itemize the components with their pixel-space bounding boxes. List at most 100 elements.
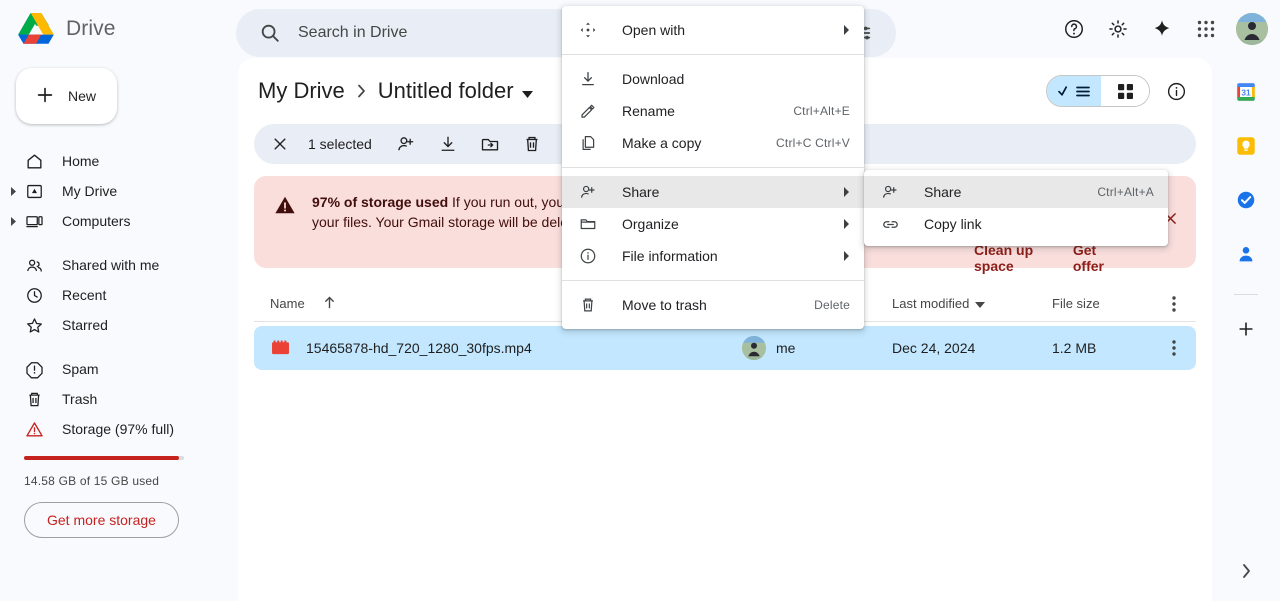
star-icon <box>24 315 44 335</box>
info-icon[interactable] <box>1156 71 1196 111</box>
menu-separator <box>562 54 864 55</box>
sidebar-item-spam[interactable]: Spam <box>0 354 224 384</box>
sidebar-group-3: Spam Trash Storage (97% full) <box>0 354 236 444</box>
sparkle-icon[interactable] <box>1142 9 1182 49</box>
list-view-button[interactable] <box>1047 76 1101 106</box>
menu-separator <box>562 167 864 168</box>
trash-icon[interactable] <box>512 124 552 164</box>
sidebar-item-label: Home <box>62 153 100 169</box>
drive-icon <box>24 181 44 201</box>
drive-logo-icon <box>16 11 56 47</box>
side-apps-rail: 31 <box>1212 58 1280 601</box>
sidebar-item-label: Spam <box>62 361 99 377</box>
tasks-icon[interactable] <box>1226 180 1266 220</box>
contacts-icon[interactable] <box>1226 234 1266 274</box>
banner-actions: Clean up space Get offer <box>974 242 1112 274</box>
menu-item-rename[interactable]: Rename Ctrl+Alt+E <box>562 95 864 127</box>
column-header-file-size[interactable]: File size <box>1052 296 1160 311</box>
warning-icon <box>24 419 44 439</box>
submenu-item-copy-link[interactable]: Copy link <box>864 208 1168 240</box>
copy-icon <box>578 133 598 153</box>
menu-item-share[interactable]: Share <box>562 176 864 208</box>
breadcrumb-root[interactable]: My Drive <box>258 78 345 104</box>
sidebar-item-starred[interactable]: Starred <box>0 310 224 340</box>
spam-icon <box>24 359 44 379</box>
share-submenu: Share Ctrl+Alt+A Copy link <box>864 170 1168 246</box>
menu-item-label: Download <box>622 71 685 87</box>
trash-icon <box>24 389 44 409</box>
owner-avatar <box>742 336 766 360</box>
table-options-button[interactable] <box>1160 295 1188 312</box>
banner-headline: 97% of storage used <box>312 194 449 210</box>
menu-item-open-with[interactable]: Open with <box>562 14 864 46</box>
sidebar-item-trash[interactable]: Trash <box>0 384 224 414</box>
storage-progress-bar <box>24 456 184 460</box>
grid-view-button[interactable] <box>1101 76 1149 106</box>
help-icon[interactable] <box>1054 9 1094 49</box>
add-ons-plus-icon[interactable] <box>1226 309 1266 349</box>
close-selection-button[interactable] <box>260 124 300 164</box>
sidebar-item-computers[interactable]: Computers <box>0 206 224 236</box>
user-avatar[interactable] <box>1236 13 1268 45</box>
caret-down-icon[interactable] <box>521 78 533 104</box>
rail-divider <box>1234 294 1258 295</box>
menu-item-label: Organize <box>622 216 679 232</box>
file-name-cell: 15465878-hd_720_1280_30fps.mp4 <box>270 338 742 358</box>
person-add-icon[interactable] <box>386 124 426 164</box>
drive-app: Drive Search in Drive New Home My Drive … <box>0 0 1280 601</box>
person-add-icon <box>578 182 598 202</box>
sidebar-item-label: Storage (97% full) <box>62 421 175 437</box>
submenu-arrow-icon <box>843 219 850 229</box>
gear-icon[interactable] <box>1098 9 1138 49</box>
expand-rail-button[interactable] <box>1226 551 1266 591</box>
owner-label: me <box>776 340 796 356</box>
file-modified-cell: Dec 24, 2024 <box>892 340 976 356</box>
sidebar-group-1: Home My Drive Computers <box>0 146 236 236</box>
download-icon[interactable] <box>428 124 468 164</box>
folder-icon <box>578 214 598 234</box>
sidebar-item-label: My Drive <box>62 183 118 199</box>
submenu-arrow-icon <box>843 251 850 261</box>
brand-name: Drive <box>66 17 116 40</box>
view-controls <box>1046 71 1196 111</box>
file-owner-cell: me <box>742 336 892 360</box>
submenu-item-share[interactable]: Share Ctrl+Alt+A <box>864 176 1168 208</box>
view-toggle <box>1046 75 1150 107</box>
new-label: New <box>68 88 97 104</box>
menu-item-label: Move to trash <box>622 297 707 313</box>
get-more-storage-button[interactable]: Get more storage <box>24 502 179 538</box>
menu-item-label: Open with <box>622 22 686 38</box>
brand[interactable]: Drive <box>0 11 236 47</box>
sidebar-item-home[interactable]: Home <box>0 146 224 176</box>
get-offer-button[interactable]: Get offer <box>1073 242 1112 274</box>
menu-item-make-a-copy[interactable]: Make a copy Ctrl+C Ctrl+V <box>562 127 864 159</box>
sidebar-item-shared-with-me[interactable]: Shared with me <box>0 250 224 280</box>
sidebar-item-recent[interactable]: Recent <box>0 280 224 310</box>
search-icon <box>250 13 290 53</box>
chevron-right-icon <box>357 84 366 98</box>
clean-up-space-button[interactable]: Clean up space <box>974 242 1043 274</box>
keep-icon[interactable] <box>1226 126 1266 166</box>
chevron-right-icon[interactable] <box>8 186 18 196</box>
menu-item-label: File information <box>622 248 718 264</box>
top-right-actions <box>1054 0 1268 58</box>
table-row[interactable]: 15465878-hd_720_1280_30fps.mp4 me Dec 24… <box>254 326 1196 370</box>
open-with-icon <box>578 20 598 40</box>
clock-icon <box>24 285 44 305</box>
breadcrumb-current-folder[interactable]: Untitled folder <box>378 78 533 104</box>
sidebar-item-storage[interactable]: Storage (97% full) <box>0 414 224 444</box>
chevron-right-icon[interactable] <box>8 216 18 226</box>
calendar-icon[interactable]: 31 <box>1226 72 1266 112</box>
new-button[interactable]: Home New <box>16 68 117 124</box>
menu-item-download[interactable]: Download <box>562 63 864 95</box>
apps-grid-icon[interactable] <box>1186 9 1226 49</box>
row-more-options-button[interactable] <box>1160 340 1188 356</box>
trash-icon <box>578 295 598 315</box>
menu-item-file-information[interactable]: File information <box>562 240 864 272</box>
sidebar-item-my-drive[interactable]: My Drive <box>0 176 224 206</box>
column-header-last-modified[interactable]: Last modified <box>892 296 1052 311</box>
move-to-folder-icon[interactable] <box>470 124 510 164</box>
menu-item-organize[interactable]: Organize <box>562 208 864 240</box>
submenu-arrow-icon <box>843 25 850 35</box>
menu-item-move-to-trash[interactable]: Move to trash Delete <box>562 289 864 321</box>
